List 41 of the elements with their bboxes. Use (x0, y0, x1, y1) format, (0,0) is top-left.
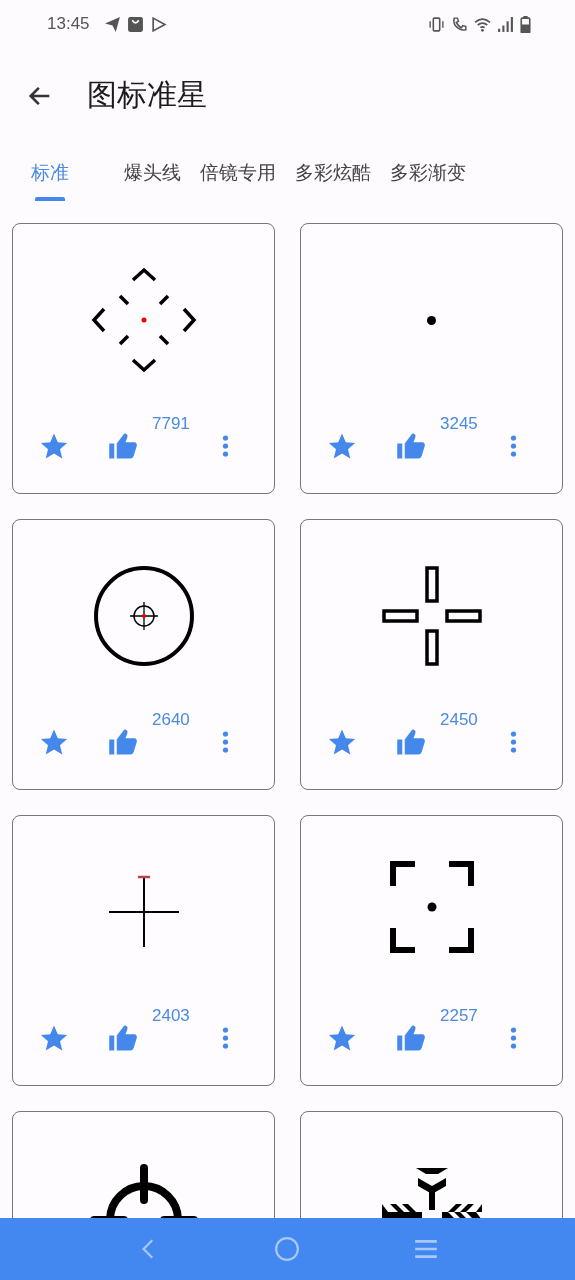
like-count: 2257 (440, 1006, 479, 1026)
category-tab[interactable]: 标准 (31, 160, 69, 210)
thumbs-up-icon[interactable] (396, 727, 426, 757)
home-nav-icon[interactable] (274, 1236, 301, 1262)
like-count: 3245 (440, 414, 479, 434)
more-icon[interactable] (510, 434, 517, 458)
battery-icon (520, 15, 531, 33)
crosshair-card[interactable]: 2640 (12, 519, 275, 790)
crosshair-card[interactable]: 2403 (12, 815, 275, 1086)
phone-icon (451, 15, 468, 33)
wifi-icon (474, 15, 491, 33)
category-tab[interactable]: 多彩炫酷 (295, 160, 371, 210)
thumbs-up-icon[interactable] (108, 1023, 138, 1053)
crosshair-card[interactable]: 3245 (300, 223, 563, 494)
crosshair-card[interactable]: 2257 (300, 815, 563, 1086)
more-icon[interactable] (222, 730, 229, 754)
thumbs-up-icon[interactable] (396, 431, 426, 461)
vibrate-icon (428, 15, 445, 33)
page-title: 图标准星 (87, 76, 207, 114)
play-icon (149, 15, 167, 33)
dot-crosshair-icon (427, 315, 436, 325)
like-count: 2450 (440, 710, 479, 730)
signal-icon (497, 15, 514, 33)
more-icon[interactable] (510, 1026, 517, 1050)
category-tab[interactable]: 多彩渐变 (390, 160, 466, 210)
more-icon[interactable] (222, 434, 229, 458)
like-count: 2403 (152, 1006, 191, 1026)
thumbs-up-icon[interactable] (108, 431, 138, 461)
crosshair-card[interactable]: 2450 (300, 519, 563, 790)
category-tab[interactable]: 爆头线 (124, 160, 181, 210)
send-icon (103, 15, 121, 33)
more-icon[interactable] (510, 730, 517, 754)
status-time: 13:45 (47, 14, 90, 34)
thumbs-up-icon[interactable] (108, 727, 138, 757)
thumbs-up-icon[interactable] (396, 1023, 426, 1053)
category-tab[interactable]: 倍镜专用 (200, 160, 276, 210)
like-count: 2640 (152, 710, 191, 730)
bag-icon (126, 15, 144, 33)
crosshair-card[interactable]: 7791 (12, 223, 275, 494)
like-count: 7791 (152, 414, 191, 434)
more-icon[interactable] (222, 1026, 229, 1050)
